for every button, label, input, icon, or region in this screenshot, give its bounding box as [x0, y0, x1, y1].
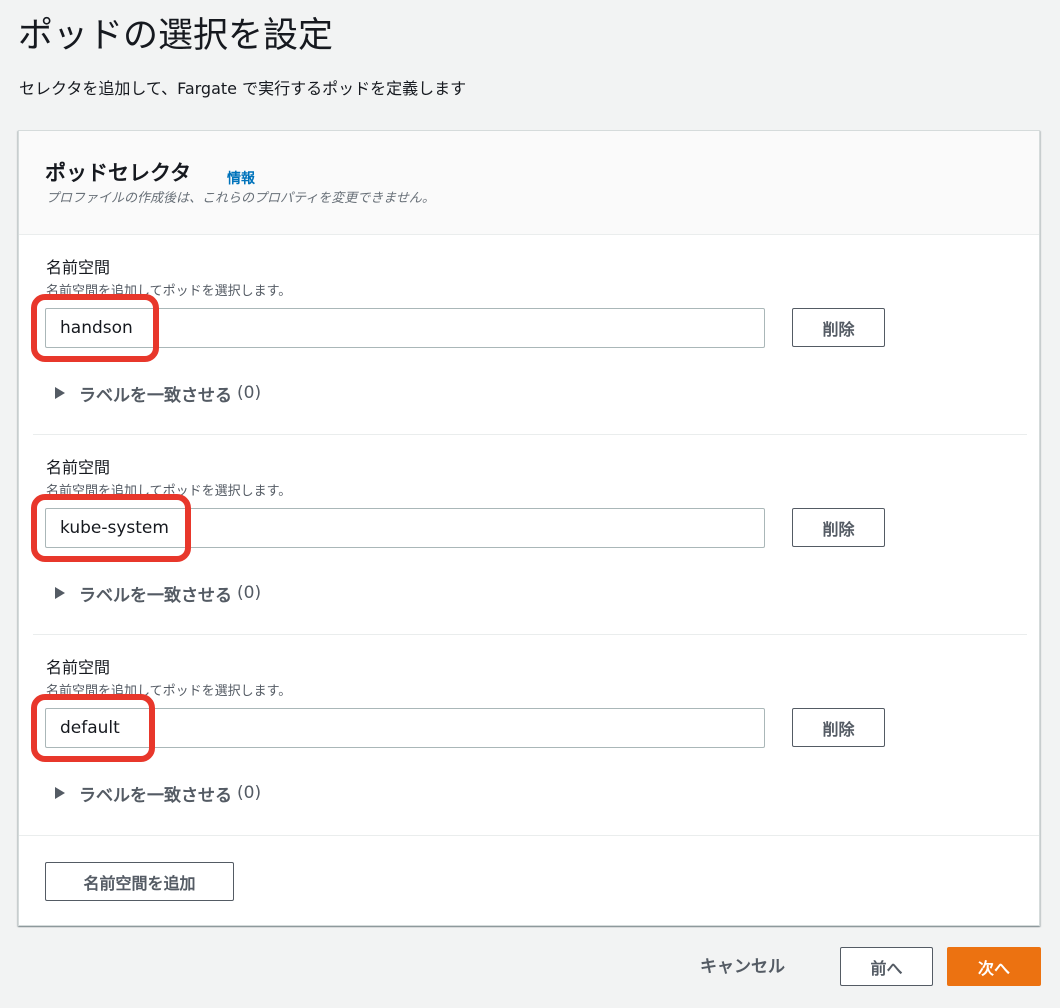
match-labels-count: (0) [237, 383, 262, 403]
caret-right-icon [55, 587, 65, 599]
page-description: セレクタを追加して、Fargate で実行するポッドを定義します [19, 79, 467, 98]
cancel-button[interactable]: キャンセル [700, 955, 785, 979]
pod-selectors-panel: ポッドセレクタ 情報 プロファイルの作成後は、これらのプロパティを変更できません… [18, 130, 1040, 926]
namespace-selector: 名前空間 名前空間を追加してポッドを選択します。 削除 ラベルを一致させる (0… [31, 635, 1027, 835]
match-labels-label: ラベルを一致させる [79, 385, 232, 406]
panel-title: ポッドセレクタ [45, 161, 192, 185]
remove-namespace-button[interactable]: 削除 [792, 308, 885, 347]
match-labels-count: (0) [237, 583, 262, 603]
caret-right-icon [55, 387, 65, 399]
add-namespace-button[interactable]: 名前空間を追加 [45, 862, 234, 901]
previous-button[interactable]: 前へ [840, 947, 933, 986]
panel-header: ポッドセレクタ 情報 プロファイルの作成後は、これらのプロパティを変更できません… [19, 131, 1039, 235]
remove-namespace-button[interactable]: 削除 [792, 708, 885, 747]
namespace-selector: 名前空間 名前空間を追加してポッドを選択します。 削除 ラベルを一致させる (0… [31, 235, 1027, 435]
caret-right-icon [55, 787, 65, 799]
info-link[interactable]: 情報 [227, 168, 255, 188]
panel-subtitle: プロファイルの作成後は、これらのプロパティを変更できません。 [46, 191, 435, 206]
namespace-label: 名前空間 [46, 458, 111, 477]
namespace-description: 名前空間を追加してポッドを選択します。 [46, 484, 292, 499]
namespace-input[interactable] [45, 308, 765, 348]
panel-footer-divider [19, 835, 1039, 836]
match-labels-label: ラベルを一致させる [79, 585, 232, 606]
namespace-input[interactable] [45, 508, 765, 548]
namespace-description: 名前空間を追加してポッドを選択します。 [46, 284, 292, 299]
namespace-input[interactable] [45, 708, 765, 748]
namespace-description: 名前空間を追加してポッドを選択します。 [46, 684, 292, 699]
namespace-selector: 名前空間 名前空間を追加してポッドを選択します。 削除 ラベルを一致させる (0… [31, 435, 1027, 635]
match-labels-toggle[interactable]: ラベルを一致させる (0) [55, 380, 261, 406]
namespace-label: 名前空間 [46, 658, 111, 677]
match-labels-count: (0) [237, 783, 262, 803]
match-labels-toggle[interactable]: ラベルを一致させる (0) [55, 580, 261, 606]
next-button[interactable]: 次へ [947, 947, 1041, 986]
match-labels-label: ラベルを一致させる [79, 785, 232, 806]
namespace-label: 名前空間 [46, 258, 111, 277]
match-labels-toggle[interactable]: ラベルを一致させる (0) [55, 780, 261, 806]
page-title: ポッドの選択を設定 [18, 16, 334, 56]
remove-namespace-button[interactable]: 削除 [792, 508, 885, 547]
